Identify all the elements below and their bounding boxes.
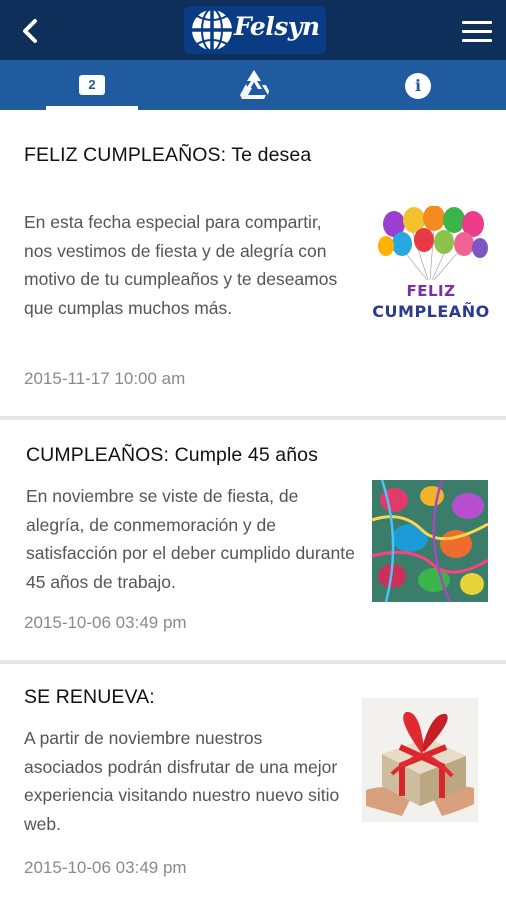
news-date: 2015-11-17 10:00 am xyxy=(24,369,186,388)
hamburger-menu-icon xyxy=(462,21,492,24)
info-icon: i xyxy=(405,73,431,99)
news-body: A partir de noviembre nuestros asociados… xyxy=(24,728,340,834)
back-arrow-icon xyxy=(23,19,37,43)
recycle-icon xyxy=(240,70,269,99)
balloons-icon xyxy=(378,206,488,281)
news-card[interactable]: CUMPLEAÑOS: Cumple 45 años En noviembre … xyxy=(0,420,506,660)
app-bar: Felsyn xyxy=(0,0,506,60)
news-date: 2015-10-06 03:49 pm xyxy=(24,613,187,632)
news-title: CUMPLEAÑOS: Cumple 45 años xyxy=(26,444,318,466)
tab-notifications[interactable]: 2 xyxy=(0,60,168,110)
news-body: En noviembre se viste de fiesta, de aleg… xyxy=(26,486,355,592)
party-confetti-icon xyxy=(372,480,488,602)
news-card[interactable]: SE RENUEVA: A partir de noviembre nuestr… xyxy=(0,664,506,900)
hamburger-menu-icon-bar xyxy=(462,39,492,42)
tab-recycle[interactable] xyxy=(168,60,336,110)
logo-text: Felsyn xyxy=(234,12,320,41)
news-title: SE RENUEVA: xyxy=(24,686,155,708)
news-card[interactable]: FELIZ CUMPLEAÑOS: Te desea En esta fecha… xyxy=(0,110,506,416)
birthday-balloons-image: FELIZ CUMPLEAÑO xyxy=(372,206,490,328)
menu-button[interactable] xyxy=(460,16,494,46)
gift-box-icon xyxy=(362,698,478,822)
news-date: 2015-10-06 03:49 pm xyxy=(24,858,187,877)
birthday-image-caption-2: CUMPLEAÑO xyxy=(372,302,490,321)
hamburger-menu-icon-bar xyxy=(462,30,492,33)
news-title: FELIZ CUMPLEAÑOS: Te desea xyxy=(24,144,312,166)
back-button[interactable] xyxy=(14,14,48,48)
tab-bar: 2 i xyxy=(0,60,506,110)
news-feed: FELIZ CUMPLEAÑOS: Te desea En esta fecha… xyxy=(0,110,506,900)
app-logo: Felsyn xyxy=(184,4,326,56)
tab-info[interactable]: i xyxy=(337,60,506,110)
notification-count-badge: 2 xyxy=(79,75,105,95)
gift-box-image xyxy=(362,698,478,822)
news-body: En esta fecha especial para compartir, n… xyxy=(24,212,338,318)
party-streamers-image xyxy=(372,480,488,602)
globe-icon xyxy=(190,8,234,52)
birthday-image-caption-1: FELIZ xyxy=(406,282,456,300)
